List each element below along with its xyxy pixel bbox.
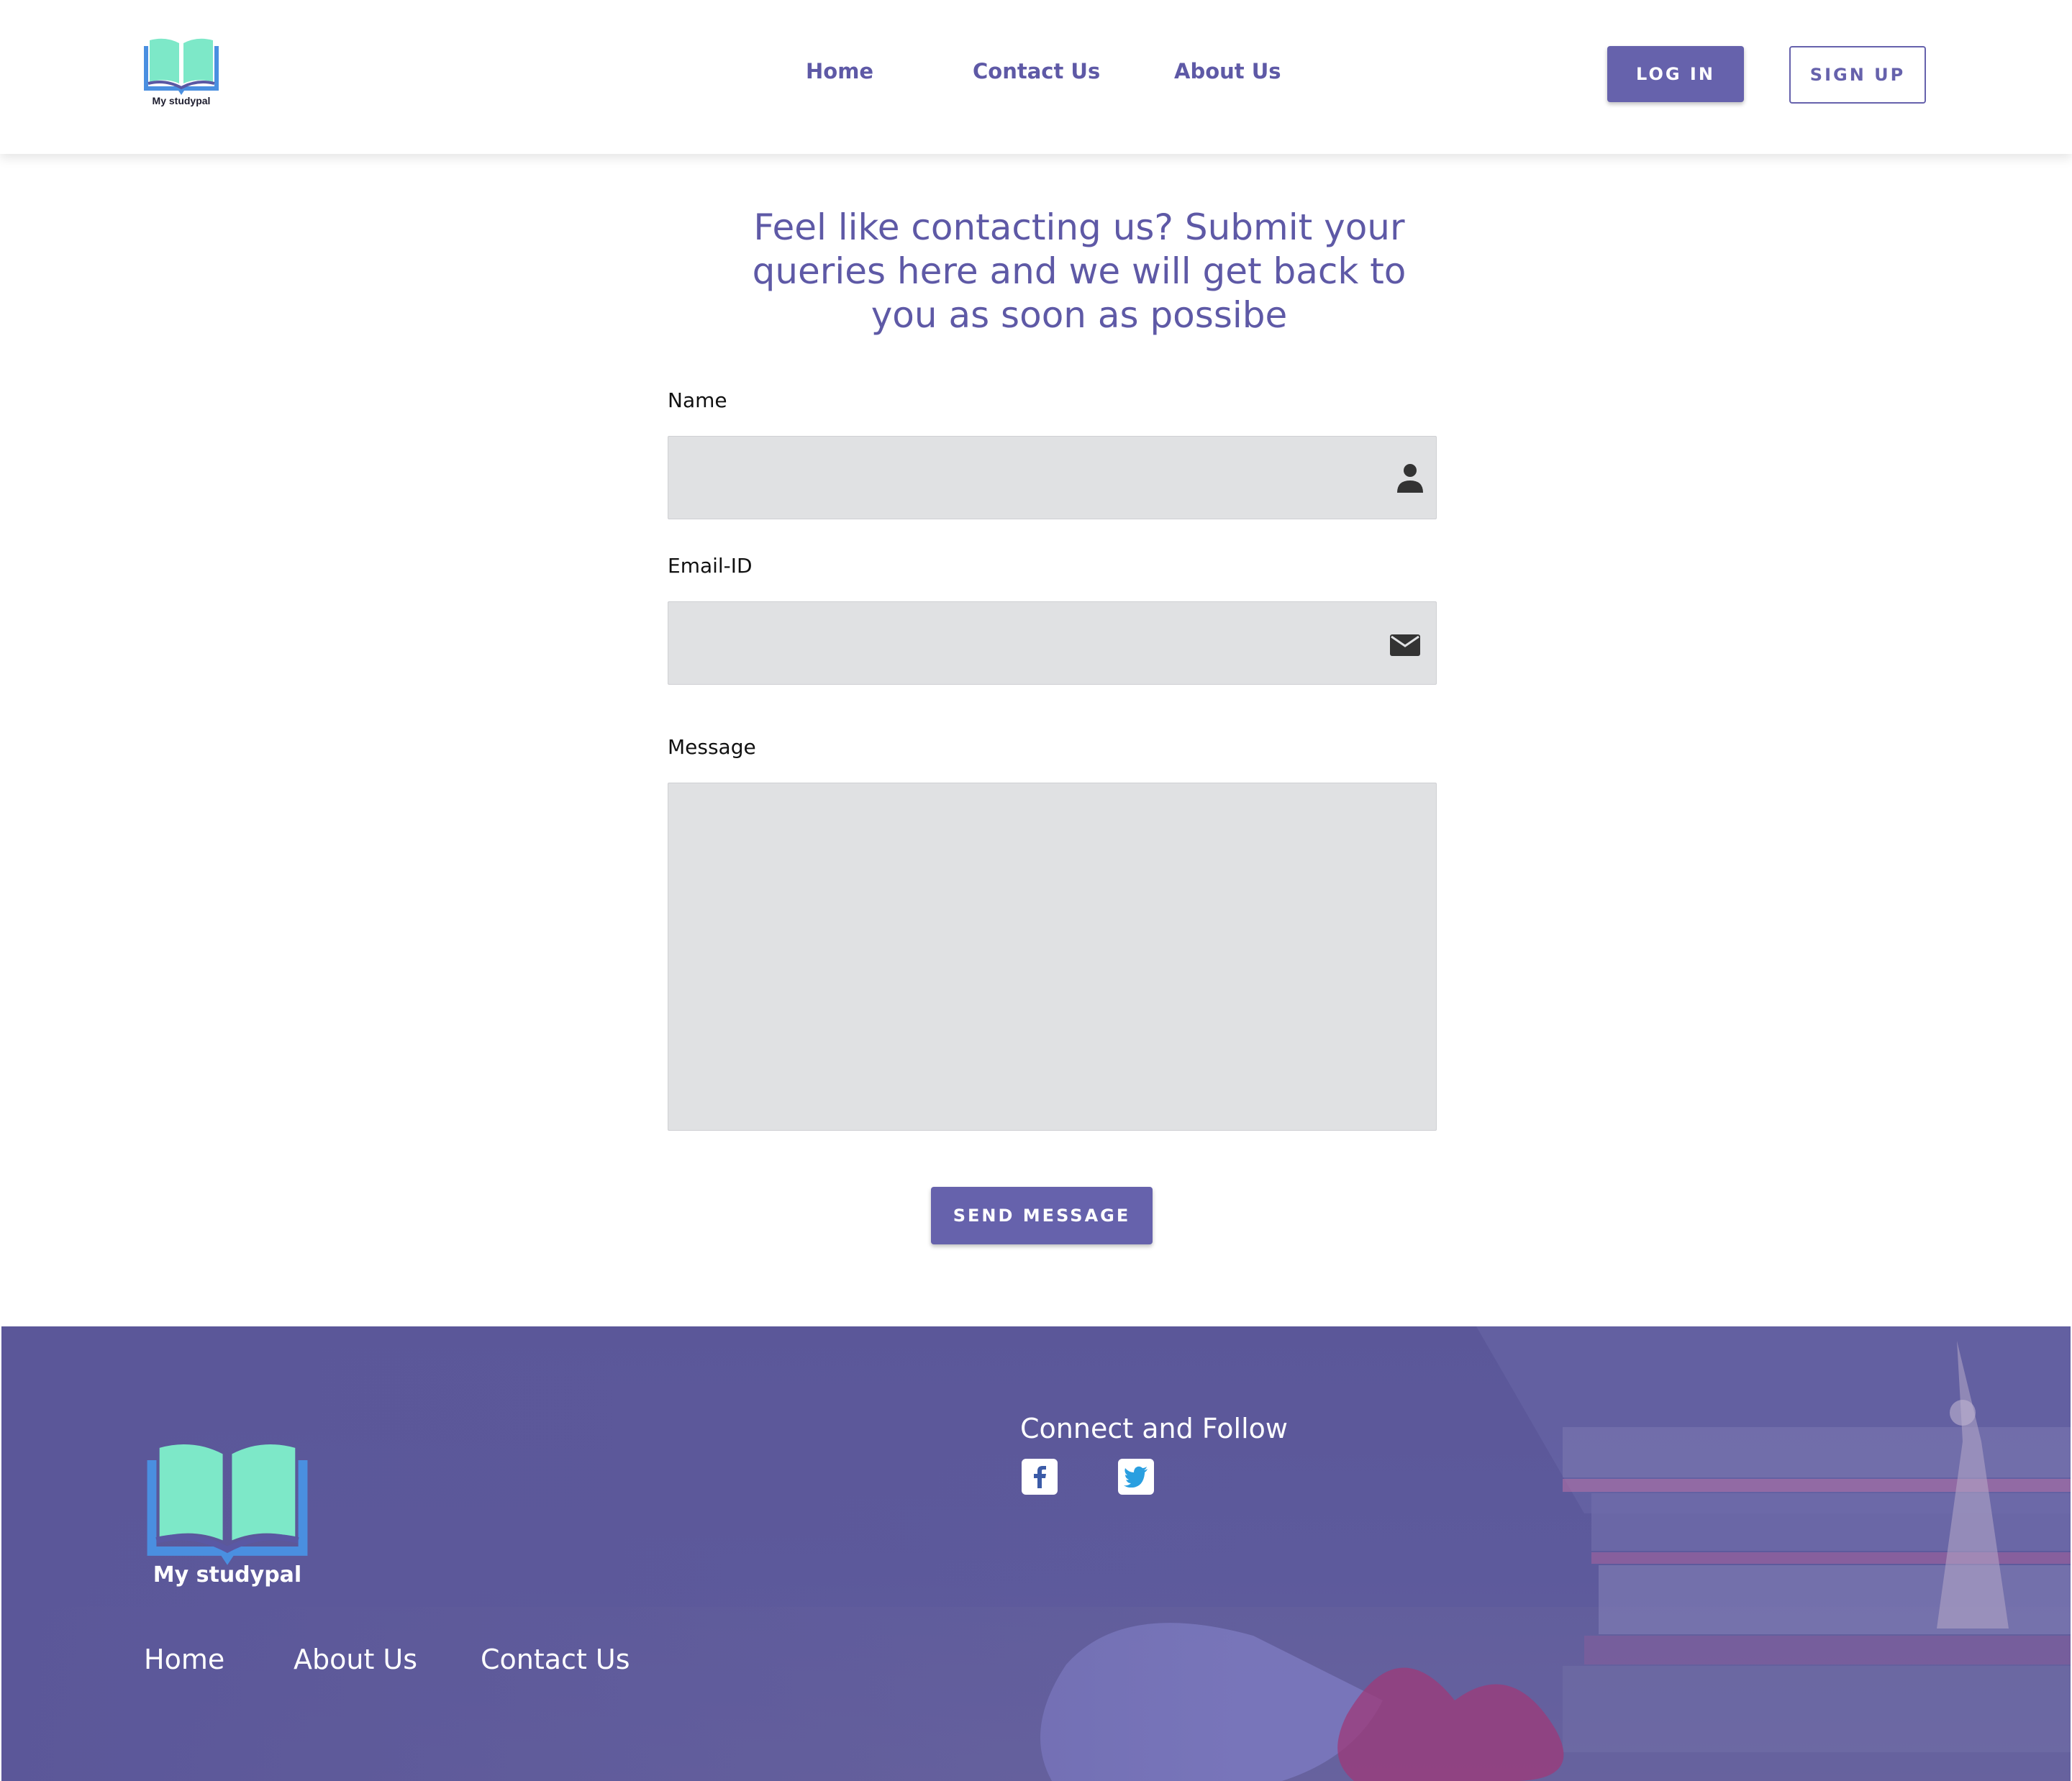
message-field[interactable]	[668, 783, 1437, 1131]
nav-contact-us[interactable]: Contact Us	[973, 59, 1100, 83]
message-label: Message	[668, 735, 756, 759]
name-input[interactable]	[668, 437, 1436, 519]
connect-title: Connect and Follow	[1020, 1413, 1288, 1444]
footer-background-image	[1, 1326, 2071, 1781]
footer-link-about-us[interactable]: About Us	[294, 1644, 417, 1675]
brand-logo-text: My studypal	[152, 95, 211, 106]
footer-logo[interactable]: My studypal	[144, 1439, 311, 1594]
email-input[interactable]	[668, 602, 1436, 684]
site-footer: My studypal Connect and Follow Home Abou…	[1, 1326, 2071, 1781]
brand-logo[interactable]: My studypal	[142, 36, 220, 111]
email-label: Email-ID	[668, 554, 753, 578]
message-textarea[interactable]	[668, 783, 1436, 1130]
signup-button[interactable]: SIGN UP	[1789, 46, 1926, 104]
name-field[interactable]	[668, 436, 1437, 519]
user-icon	[1396, 463, 1424, 497]
site-header: My studypal Home Contact Us About Us LOG…	[0, 0, 2072, 154]
footer-logo-text: My studypal	[153, 1562, 302, 1588]
footer-link-contact-us[interactable]: Contact Us	[481, 1644, 630, 1675]
envelope-icon	[1389, 634, 1421, 660]
book-logo-icon	[147, 1444, 308, 1565]
send-message-button[interactable]: SEND MESSAGE	[931, 1187, 1153, 1244]
login-button[interactable]: LOG IN	[1607, 46, 1744, 102]
twitter-icon[interactable]	[1118, 1459, 1154, 1495]
footer-link-home[interactable]: Home	[144, 1644, 224, 1675]
nav-about-us[interactable]: About Us	[1174, 59, 1281, 83]
email-field[interactable]	[668, 601, 1437, 685]
facebook-icon[interactable]	[1022, 1459, 1058, 1495]
book-logo-icon	[144, 38, 219, 95]
page-heading: Feel like contacting us? Submit your que…	[752, 206, 1407, 336]
name-label: Name	[668, 388, 727, 412]
nav-home[interactable]: Home	[806, 59, 873, 83]
